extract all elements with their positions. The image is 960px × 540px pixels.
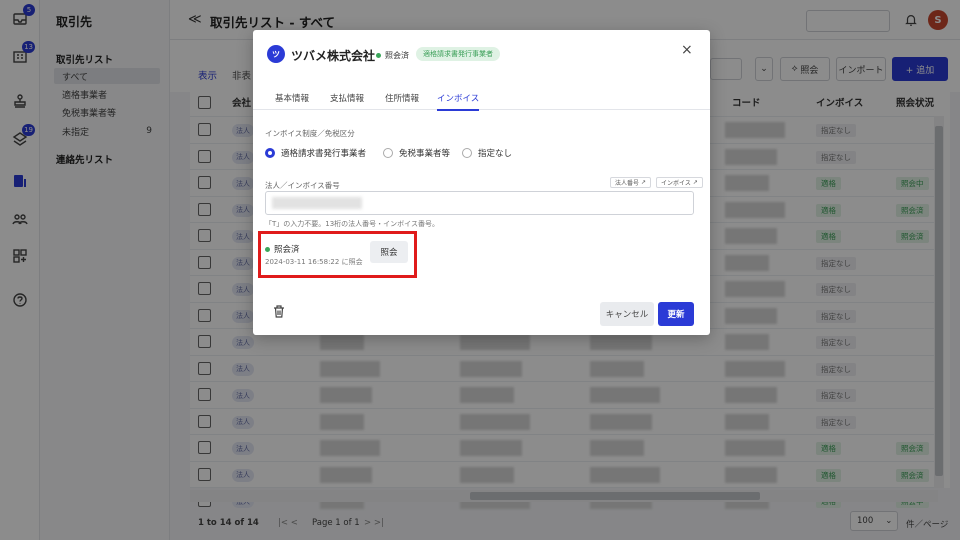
radio-unchecked-icon [383,148,393,158]
radio-qualified[interactable]: 適格請求書発行事業者 [265,147,366,159]
trash-icon[interactable] [273,305,285,318]
tab-payment-info[interactable]: 支払情報 [330,92,364,104]
radio-exempt[interactable]: 免税事業者等 [383,147,450,159]
redacted-value [272,197,362,209]
modal-tabs: 基本情報 支払情報 住所情報 インボイス [253,86,710,111]
invoice-number-label: 法人／インボイス番号 [265,181,340,190]
tab-basic-info[interactable]: 基本情報 [275,92,309,104]
tab-address-info[interactable]: 住所情報 [385,92,419,104]
highlight-box [258,231,417,278]
link-label: インボイス [661,180,691,187]
company-logo: ツ [267,45,285,63]
verify-status-text: 照会済 [385,51,409,60]
corp-number-link[interactable]: 法人番号 ↗ [610,177,652,188]
radio-label: 免税事業者等 [399,149,451,159]
status-dot-icon [376,53,381,58]
radio-label: 指定なし [478,149,513,159]
update-button[interactable]: 更新 [658,302,694,326]
external-link-icon: ↗ [641,179,647,186]
cancel-button[interactable]: キャンセル [600,302,654,326]
radio-unspecified[interactable]: 指定なし [462,147,512,159]
invoice-lookup-link[interactable]: インボイス ↗ [656,177,703,188]
close-icon[interactable]: × [681,42,693,58]
partner-detail-modal: ツ ツバメ株式会社 照会済 適格請求書発行事業者 × 基本情報 支払情報 住所情… [253,30,710,335]
invoice-number-input[interactable] [265,191,694,215]
status-badge: 適格請求書発行事業者 [416,47,500,61]
input-hint: 「T」の入力不要。13桁の法人番号・インボイス番号。 [265,220,439,228]
link-label: 法人番号 [615,180,640,187]
external-link-icon: ↗ [692,179,698,186]
radio-checked-icon [265,148,275,158]
verify-status-indicator: 照会済 [376,50,409,61]
modal-title: ツバメ株式会社 [291,49,376,63]
tab-invoice[interactable]: インボイス [437,92,480,111]
radio-unchecked-icon [462,148,472,158]
invoice-section-label: インボイス制度／免税区分 [265,129,355,138]
radio-label: 適格請求書発行事業者 [281,149,367,159]
